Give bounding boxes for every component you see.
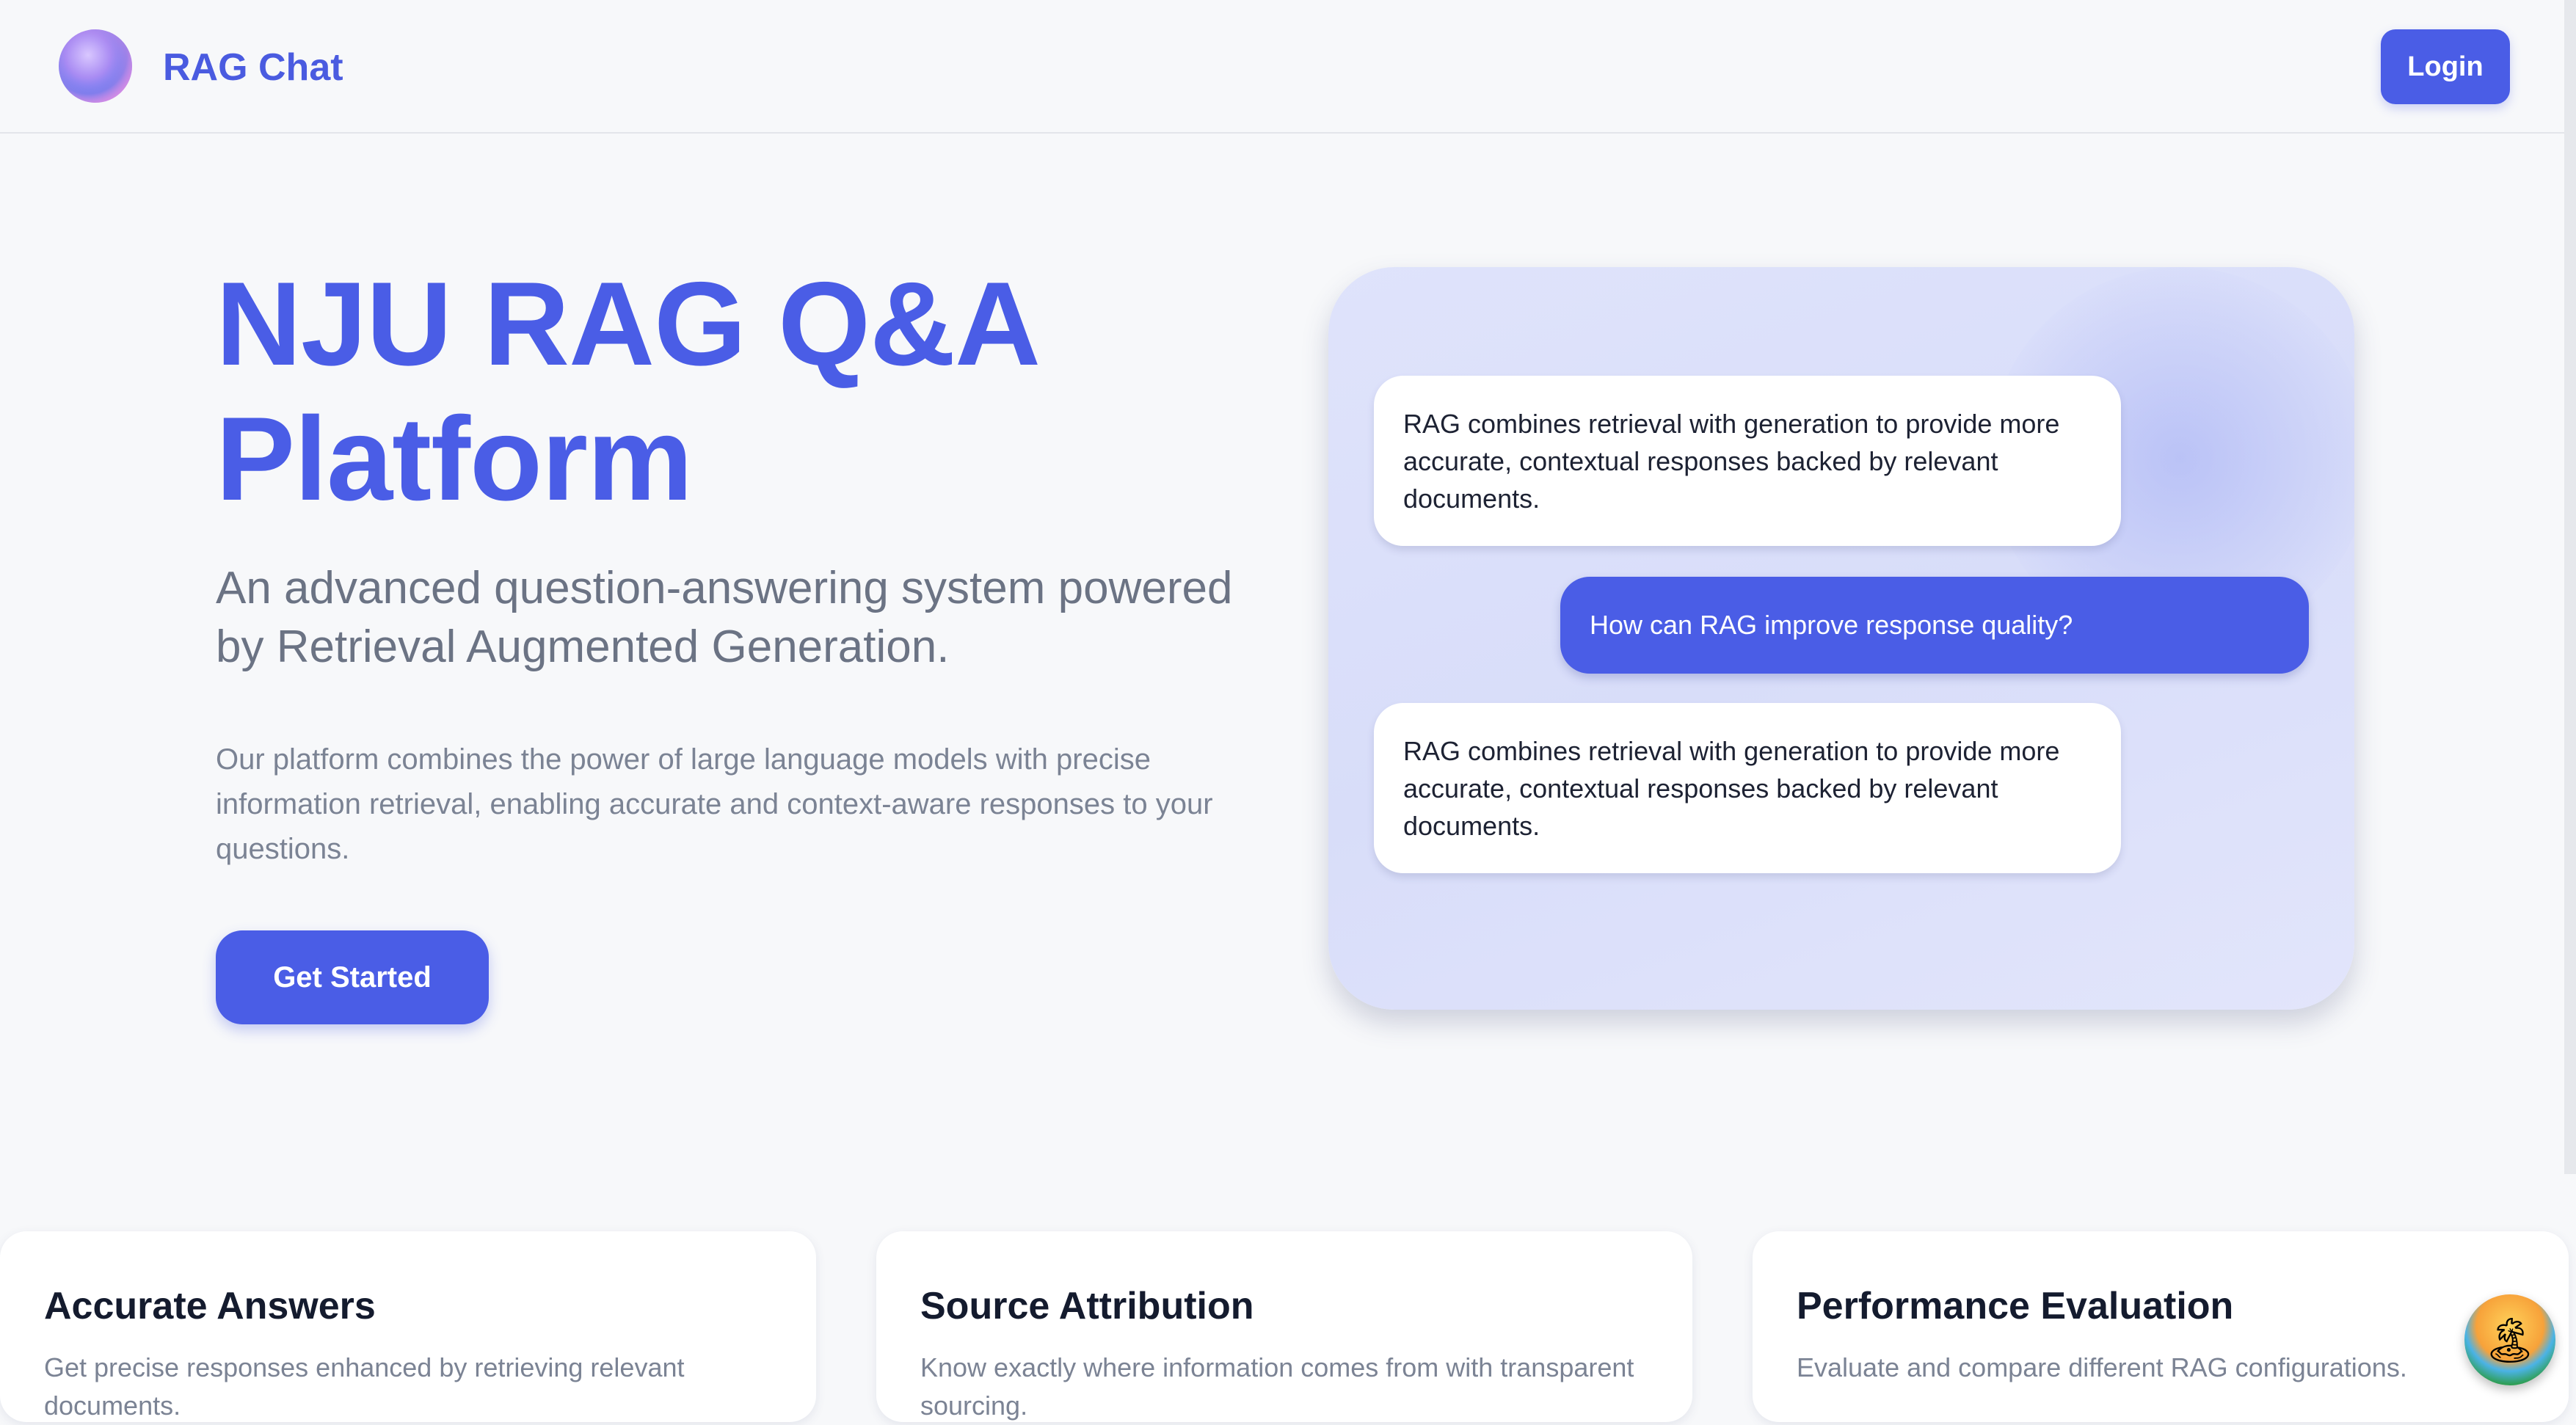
user-message-bubble: How can RAG improve response quality? <box>1560 577 2309 674</box>
bot-message-bubble: RAG combines retrieval with generation t… <box>1374 703 2121 873</box>
feature-title: Performance Evaluation <box>1797 1285 2234 1327</box>
feature-text: Get precise responses enhanced by retrie… <box>44 1352 685 1421</box>
feature-card-source-attribution: Source Attribution Know exactly where in… <box>876 1231 1692 1422</box>
island-icon[interactable]: 🏝 <box>2464 1294 2555 1385</box>
get-started-button[interactable]: Get Started <box>216 930 489 1024</box>
feature-title: Accurate Answers <box>44 1285 376 1327</box>
feature-title: Source Attribution <box>920 1285 1254 1327</box>
bot-message-bubble: RAG combines retrieval with generation t… <box>1374 376 2121 546</box>
hero-title: NJU RAG Q&A Platform <box>216 258 1036 525</box>
top-navbar: RAG Chat Login <box>0 0 2576 134</box>
feature-text: Evaluate and compare different RAG confi… <box>1797 1352 2407 1382</box>
hero-description: Our platform combines the power of large… <box>216 743 1213 865</box>
feature-card-performance-evaluation: Performance Evaluation Evaluate and comp… <box>1753 1231 2569 1422</box>
scrollbar[interactable] <box>2564 0 2576 1174</box>
orb-logo-icon[interactable] <box>59 29 132 103</box>
hero-subtitle: An advanced question-answering system po… <box>216 563 1233 672</box>
feature-text: Know exactly where information comes fro… <box>920 1352 1634 1421</box>
feature-card-accurate-answers: Accurate Answers Get precise responses e… <box>0 1231 816 1422</box>
chat-preview-card: RAG combines retrieval with generation t… <box>1328 267 2354 1010</box>
login-button[interactable]: Login <box>2381 29 2510 104</box>
brand-name[interactable]: RAG Chat <box>163 45 343 90</box>
